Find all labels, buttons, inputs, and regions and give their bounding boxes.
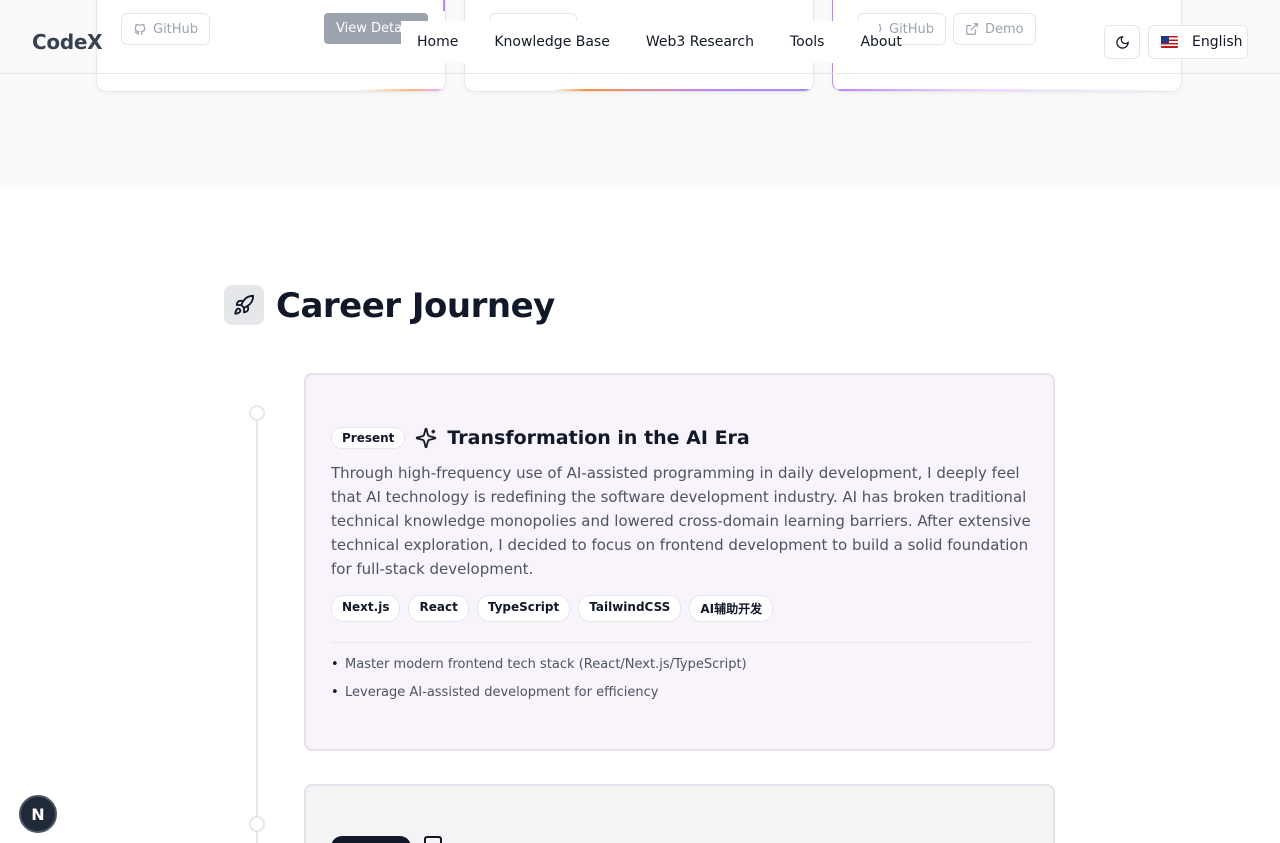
nav-knowledge-base[interactable]: Knowledge Base xyxy=(494,34,610,50)
us-flag-icon xyxy=(1161,36,1178,48)
briefcase-icon xyxy=(424,836,442,843)
card-title: Transformation in the AI Era xyxy=(447,427,750,449)
period-badge: Present xyxy=(331,427,406,449)
sparkles-icon xyxy=(416,427,437,449)
highlight-list: Master modern frontend tech stack (React… xyxy=(331,651,747,707)
card-accent xyxy=(833,89,1181,91)
highlight-item: Master modern frontend tech stack (React… xyxy=(331,651,747,679)
nav-web3-research[interactable]: Web3 Research xyxy=(646,34,754,50)
card-description: Through high-frequency use of AI-assiste… xyxy=(331,464,1031,578)
period-badge xyxy=(331,836,411,843)
timeline-dot xyxy=(249,816,265,832)
nextjs-dev-button[interactable]: N xyxy=(19,795,57,833)
tag-list: Next.js React TypeScript TailwindCSS AI辅… xyxy=(331,595,774,622)
timeline-card: Present Transformation in the AI Era Thr… xyxy=(304,373,1055,751)
moon-icon xyxy=(1115,35,1129,49)
timeline-dot xyxy=(249,405,265,421)
nav-home[interactable]: Home xyxy=(417,34,458,50)
tag: TailwindCSS xyxy=(578,595,682,622)
site-logo[interactable]: CodeX xyxy=(32,30,103,54)
language-select[interactable]: English xyxy=(1148,25,1248,59)
site-header: CodeX Home Knowledge Base Web3 Research … xyxy=(0,0,1280,74)
highlight-item: Leverage AI-assisted development for eff… xyxy=(331,679,747,707)
tag: TypeScript xyxy=(476,595,571,622)
timeline-card xyxy=(304,784,1055,843)
nav-about[interactable]: About xyxy=(860,34,901,50)
rocket-icon xyxy=(224,285,264,325)
tag: Next.js xyxy=(331,595,401,622)
main-nav: Home Knowledge Base Web3 Research Tools … xyxy=(401,21,902,63)
section-title: Career Journey xyxy=(276,286,555,326)
divider xyxy=(331,642,1031,643)
language-label: English xyxy=(1192,34,1243,50)
tag: AI辅助开发 xyxy=(689,595,774,622)
nav-tools[interactable]: Tools xyxy=(790,34,825,50)
card-accent xyxy=(465,89,813,91)
card-accent xyxy=(97,89,445,91)
timeline-line xyxy=(256,412,258,843)
card-header: Present Transformation in the AI Era xyxy=(331,427,750,449)
tag: React xyxy=(408,595,469,622)
theme-toggle-button[interactable] xyxy=(1104,25,1140,59)
